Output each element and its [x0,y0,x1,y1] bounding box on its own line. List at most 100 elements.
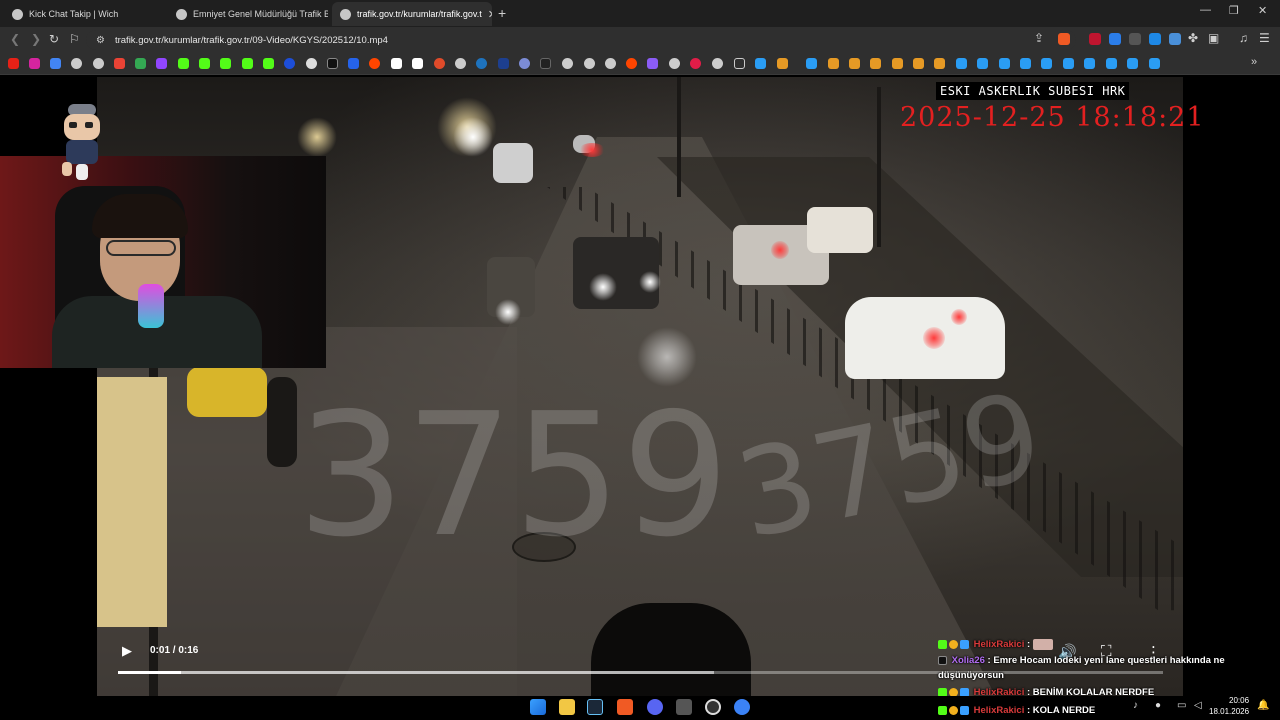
openai-icon[interactable] [306,58,317,69]
steam-icon[interactable] [1127,58,1138,69]
steam-icon[interactable] [1149,58,1160,69]
restore-button[interactable]: ❐ [1229,4,1239,17]
notification-bell-icon[interactable]: 🔔 [1257,700,1269,711]
steam-icon[interactable] [956,58,967,69]
bookmark-icon[interactable] [690,58,701,69]
steam-icon[interactable] [1106,58,1117,69]
kick-icon[interactable] [178,58,189,69]
extension-icon[interactable] [1129,33,1141,45]
speaker-icon[interactable]: ♪ [1133,700,1138,711]
discord-icon[interactable] [647,699,663,715]
minimize-button[interactable]: — [1200,4,1211,16]
tab-kick-chat[interactable]: Kick Chat Takip | Wich [4,2,164,26]
steam-icon[interactable] [977,58,988,69]
address-bar[interactable]: ⚙ trafik.gov.tr/kurumlar/trafik.gov.tr/0… [86,30,1076,50]
bookmarks-overflow-button[interactable]: » [1251,56,1257,68]
bookmark-icon[interactable] [828,58,839,69]
steam-icon[interactable] [755,58,766,69]
bookmark-icon[interactable] [647,58,658,69]
app-icon[interactable] [676,699,692,715]
globe-icon[interactable] [584,58,595,69]
site-settings-icon[interactable]: ⚙ [96,35,105,46]
nba-icon[interactable] [498,58,509,69]
extension-icon[interactable] [1149,33,1161,45]
steam-icon[interactable] [1063,58,1074,69]
bookmark-icon[interactable] [934,58,945,69]
steam-icon[interactable] [1084,58,1095,69]
system-clock[interactable]: 20:06 18.01.2026 [1209,695,1249,717]
windows-start-icon[interactable] [530,699,546,715]
tab-trafik-video[interactable]: trafik.gov.tr/kurumlar/trafik.gov.t ✕ [332,2,492,26]
steam-icon[interactable] [999,58,1010,69]
kick-icon[interactable] [263,58,274,69]
kick-icon[interactable] [540,58,551,69]
drive-icon[interactable] [135,58,146,69]
steam-icon[interactable] [1020,58,1031,69]
brave-shields-icon[interactable] [1058,33,1070,45]
amazon-icon[interactable] [412,58,423,69]
play-button[interactable]: ▶ [122,643,132,659]
extension-icon[interactable] [1169,33,1181,45]
globe-icon[interactable] [712,58,723,69]
close-icon[interactable]: ✕ [488,8,492,21]
volume-tray-icon[interactable]: ◁ [1194,700,1202,711]
globe-icon[interactable] [605,58,616,69]
bookmark-icon[interactable] [913,58,924,69]
globe-icon[interactable] [562,58,573,69]
app-icon[interactable] [705,699,721,715]
steam-icon[interactable] [1041,58,1052,69]
play-icon[interactable] [476,58,487,69]
reddit-icon[interactable] [369,58,380,69]
chat-message: Xolia26 : Emre Hocam lodeki yeni lane qu… [938,653,1238,683]
steam-icon[interactable] [587,699,603,715]
extension-icon[interactable] [1089,33,1101,45]
kick-icon[interactable] [242,58,253,69]
bookmark-icon[interactable] [777,58,788,69]
bookmark-icon[interactable] [849,58,860,69]
sidebar-icon[interactable]: ▣ [1208,31,1219,45]
youtube-icon[interactable] [8,58,19,69]
app-icon[interactable] [734,699,750,715]
twitch-icon[interactable] [156,58,167,69]
globe-icon[interactable] [71,58,82,69]
extension-icon[interactable] [1109,33,1121,45]
p-icon[interactable] [391,58,402,69]
chat-username[interactable]: HelixRakici [974,639,1025,650]
back-icon[interactable]: ❮ [10,32,20,46]
share-icon[interactable]: ⇪ [1034,31,1044,45]
globe-icon[interactable] [455,58,466,69]
extensions-puzzle-icon[interactable]: ✤ [1188,31,1198,45]
bookmark-icon[interactable]: ⚐ [69,32,80,46]
folder-icon[interactable] [734,58,745,69]
instagram-icon[interactable] [29,58,40,69]
bookmark-icon[interactable] [348,58,359,69]
bookmark-icon[interactable] [434,58,445,69]
gmail-icon[interactable] [114,58,125,69]
network-icon[interactable]: ▭ [1177,700,1186,711]
close-window-button[interactable]: ✕ [1258,4,1267,17]
kick-icon[interactable] [220,58,231,69]
steam-icon[interactable] [806,58,817,69]
bookmark-icon[interactable] [870,58,881,69]
reddit-icon[interactable] [626,58,637,69]
mic-icon[interactable]: ● [1155,700,1161,711]
bookmark-icon[interactable] [892,58,903,69]
file-explorer-icon[interactable] [559,699,575,715]
tab-emniyet[interactable]: Emniyet Genel Müdürlüğü Trafik Başk [168,2,328,26]
forward-icon[interactable]: ❯ [31,32,41,46]
reload-icon[interactable]: ↻ [49,32,59,46]
anchor-icon[interactable] [284,58,295,69]
media-icon[interactable]: ♫ [1239,31,1248,45]
new-tab-button[interactable]: + [498,5,506,21]
brave-icon[interactable] [617,699,633,715]
globe-icon[interactable] [669,58,680,69]
translate-icon[interactable] [50,58,61,69]
bookmark-icon[interactable] [519,58,530,69]
chat-username[interactable]: HelixRakici [974,705,1025,716]
menu-icon[interactable]: ☰ [1259,31,1270,45]
kick-icon[interactable] [199,58,210,69]
globe-icon[interactable] [93,58,104,69]
url-text[interactable]: trafik.gov.tr/kurumlar/trafik.gov.tr/09-… [115,35,388,46]
x-icon[interactable] [327,58,338,69]
chat-username[interactable]: Xolia26 [952,655,985,666]
